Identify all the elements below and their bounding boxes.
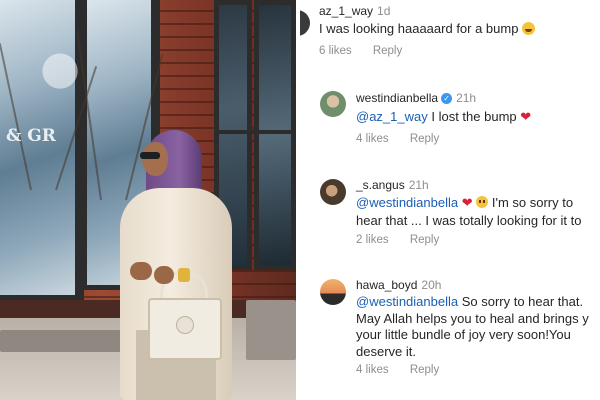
likes-count[interactable]: 2 likes	[356, 234, 389, 246]
username[interactable]: az_1_way	[319, 4, 373, 18]
comment-text: @az_1_way I lost the bump ❤	[356, 109, 532, 125]
broken-heart-icon: ❤	[520, 110, 532, 125]
comment-header: westindianbella ✓ 21h	[356, 91, 476, 105]
sunglasses	[140, 152, 160, 159]
comment-header: az_1_way 1d	[319, 4, 390, 18]
mention-link[interactable]: @westindianbella	[356, 294, 458, 309]
avatar[interactable]	[320, 279, 346, 305]
hand	[130, 262, 152, 280]
stone-bench	[0, 330, 135, 352]
comment-text: I was looking haaaaard for a bump	[319, 21, 536, 38]
window-lettering: & GR	[6, 126, 56, 146]
username[interactable]: hawa_boyd	[356, 278, 417, 292]
window-frame	[214, 130, 296, 134]
stone-bench	[246, 300, 296, 360]
video-photo: & GR ●	[0, 0, 296, 400]
timestamp: 1d	[377, 4, 391, 18]
laughing-emoji-icon	[522, 22, 536, 35]
username[interactable]: westindianbella	[356, 91, 438, 105]
reply-button[interactable]: Reply	[410, 133, 439, 145]
mention-link[interactable]: @az_1_way	[356, 109, 428, 124]
likes-count[interactable]: 6 likes	[319, 45, 352, 57]
comments-panel: az_1_way 1d I was looking haaaaard for a …	[300, 0, 600, 400]
handbag-logo	[176, 316, 194, 334]
likes-count[interactable]: 4 likes	[356, 133, 389, 145]
avatar[interactable]	[320, 179, 346, 205]
window-lettering-large: ●	[40, 40, 81, 94]
comment-text: @westindianbella So sorry to hear that. …	[356, 294, 589, 359]
broken-heart-icon: ❤	[461, 196, 473, 211]
comment-text: @westindianbella ❤ I'm so sorry to hear …	[356, 195, 582, 228]
timestamp: 21h	[456, 91, 477, 105]
comment-actions: 4 likes Reply	[356, 133, 439, 145]
hand	[154, 266, 174, 284]
face	[142, 142, 168, 176]
avatar[interactable]	[320, 91, 346, 117]
comment-actions: 2 likes Reply	[356, 234, 439, 246]
comment-header: _s.angus 21h	[356, 178, 429, 192]
reply-button[interactable]: Reply	[410, 364, 439, 376]
timestamp: 21h	[408, 178, 429, 192]
mention-link[interactable]: @westindianbella	[356, 195, 458, 210]
reply-button[interactable]: Reply	[373, 45, 402, 57]
timestamp: 20h	[421, 278, 442, 292]
avatar[interactable]	[300, 10, 310, 36]
verified-badge-icon: ✓	[441, 93, 453, 104]
comment-header: hawa_boyd 20h	[356, 278, 441, 292]
sad-face-icon	[476, 196, 489, 208]
storefront-window	[254, 0, 296, 270]
bangle	[178, 268, 190, 282]
comment-actions: 4 likes Reply	[356, 364, 439, 376]
comment-actions: 6 likes Reply	[319, 45, 402, 57]
username[interactable]: _s.angus	[356, 178, 405, 192]
likes-count[interactable]: 4 likes	[356, 364, 389, 376]
reply-button[interactable]: Reply	[410, 234, 439, 246]
